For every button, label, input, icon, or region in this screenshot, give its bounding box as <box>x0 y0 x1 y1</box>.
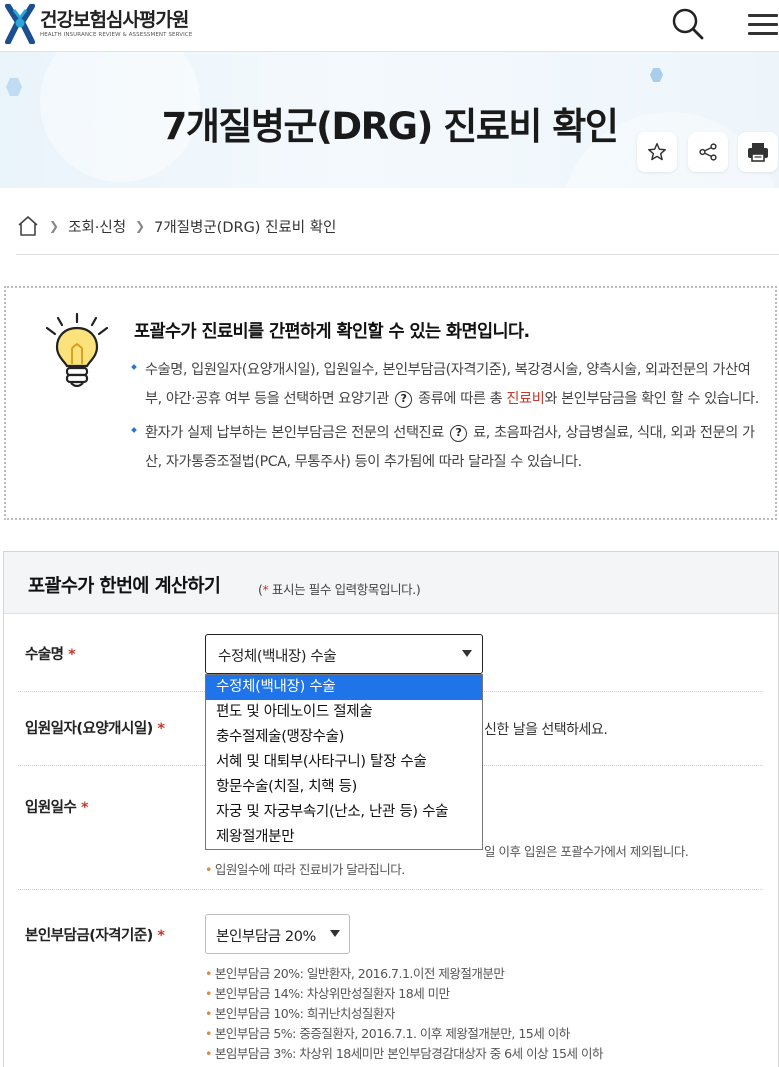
breadcrumb-item[interactable]: 조회·신청 <box>68 216 126 237</box>
chevron-right-icon: ❯ <box>135 219 146 233</box>
help-icon[interactable]: ? <box>395 390 412 408</box>
info-item: 수술명, 입원일자(요양개시일), 입원일수, 본인부담금(자격기준), 복강경… <box>130 356 762 413</box>
logo-name: 건강보험심사평가원 <box>40 9 189 31</box>
info-box: 포괄수가 진료비를 간편하게 확인할 수 있는 화면입니다. 수술명, 입원일자… <box>4 286 777 520</box>
calculator-panel: 포괄수가 한번에 계산하기 (* 표시는 필수 입력항목입니다.) 수술명 * … <box>3 551 779 1067</box>
admission-date-label: 입원일자(요양개시일) * <box>25 721 165 737</box>
home-icon[interactable] <box>16 215 40 237</box>
admission-days-label: 입원일수 * <box>25 800 89 816</box>
admission-days-hint: 일 이후 입원은 포괄수가에서 제외됩니다. <box>484 844 689 859</box>
copay-label: 본인부담금(자격기준) * <box>25 928 165 944</box>
surgery-options: 수정체(백내장) 수술 편도 및 아데노이드 절제술 충수절제술(맹장수술) 서… <box>205 674 483 850</box>
title-banner: 7개질병군(DRG) 진료비 확인 <box>0 52 779 188</box>
panel-header: 포괄수가 한번에 계산하기 (* 표시는 필수 입력항목입니다.) <box>4 552 778 614</box>
search-button[interactable] <box>668 4 708 44</box>
info-item: 환자가 실제 납부하는 본인부담금은 전문의 선택진료 ? 료, 초음파검사, … <box>130 419 762 476</box>
divider <box>16 254 779 255</box>
panel-title: 포괄수가 한번에 계산하기 <box>28 576 221 597</box>
site-header: 건강보험심사평가원 HEALTH INSURANCE REVIEW & ASSE… <box>0 0 779 52</box>
share-button[interactable] <box>688 132 728 172</box>
lightbulb-icon <box>45 312 109 388</box>
copay-select[interactable]: 본인부담금 20% <box>205 914 350 954</box>
option-tonsil[interactable]: 편도 및 아데노이드 절제술 <box>206 700 482 725</box>
copay-notes: • 본인부담금 20%: 일반환자, 2016.7.1.이전 제왕절개분만 • 본인… <box>205 964 603 1064</box>
breadcrumb: ❯ 조회·신청 ❯ 7개질병군(DRG) 진료비 확인 <box>16 213 336 239</box>
surgery-label: 수술명 * <box>25 647 76 663</box>
star-icon <box>648 143 666 161</box>
breadcrumb-current: 7개질병군(DRG) 진료비 확인 <box>154 219 337 236</box>
share-icon <box>699 143 717 161</box>
info-list: 수술명, 입원일자(요양개시일), 입원일수, 본인부담금(자격기준), 복강경… <box>130 356 762 476</box>
chevron-right-icon: ❯ <box>49 219 60 233</box>
copay-note: • 본인부담금 20%: 일반환자, 2016.7.1.이전 제왕절개분만 <box>205 966 505 981</box>
help-icon[interactable]: ? <box>450 425 468 442</box>
print-icon <box>748 143 768 162</box>
bookmark-button[interactable] <box>637 132 677 172</box>
copay-note: • 본인부담금 10%: 희귀난치성질환자 <box>205 1006 395 1021</box>
surgery-select[interactable]: 수정체(백내장) 수술 <box>205 634 483 674</box>
option-appendectomy[interactable]: 충수절제술(맹장수술) <box>206 725 482 750</box>
print-button[interactable] <box>738 132 778 172</box>
required-note: (* 표시는 필수 입력항목입니다.) <box>258 582 421 597</box>
admission-date-hint: 신한 날을 선택하세요. <box>484 722 608 738</box>
option-cesarean[interactable]: 제왕절개분만 <box>206 825 482 850</box>
option-uterus[interactable]: 자궁 및 자궁부속기(난소, 난관 등) 수술 <box>206 800 482 825</box>
menu-icon <box>748 14 778 17</box>
logo-mark-icon <box>5 4 35 44</box>
highlight-text: 진료비 <box>506 390 545 407</box>
copay-note: • 본임부담금 3%: 차상위 18세미만 본인부담경감대상자 중 6세 이상 1… <box>205 1046 603 1061</box>
logo-subname: HEALTH INSURANCE REVIEW & ASSESSMENT SER… <box>40 32 193 38</box>
option-cataract[interactable]: 수정체(백내장) 수술 <box>206 675 482 700</box>
admission-days-hint: • 입원일수에 따라 진료비가 달라집니다. <box>205 862 405 877</box>
option-hernia[interactable]: 서혜 및 대퇴부(사타구니) 탈장 수술 <box>206 750 482 775</box>
info-headline: 포괄수가 진료비를 간편하게 확인할 수 있는 화면입니다. <box>134 322 530 342</box>
search-icon <box>672 8 704 40</box>
caret-down-icon <box>330 930 340 937</box>
option-anal[interactable]: 항문수술(치질, 치핵 등) <box>206 775 482 800</box>
copay-note: • 본인부담금 14%: 차상위만성질환자 18세 미만 <box>205 986 450 1001</box>
caret-down-icon <box>462 650 472 657</box>
menu-button[interactable] <box>742 6 778 42</box>
copay-note: • 본인부담금 5%: 중증질환자, 2016.7.1. 이후 제왕절개분만, 1… <box>205 1026 570 1041</box>
logo[interactable]: 건강보험심사평가원 HEALTH INSURANCE REVIEW & ASSE… <box>4 4 192 44</box>
